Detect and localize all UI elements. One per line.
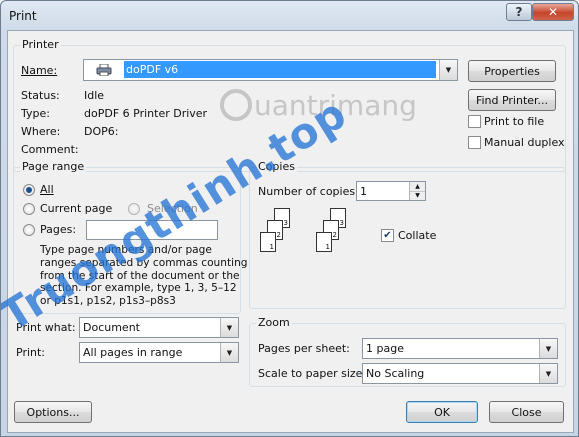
status-label: Status: xyxy=(21,89,60,102)
close-button[interactable]: Close xyxy=(489,401,564,423)
copies-group-label: Copies xyxy=(256,160,297,173)
ok-button[interactable]: OK xyxy=(406,401,478,423)
help-line: ranges separated by commas counting xyxy=(40,256,248,269)
selection-radio-label[interactable]: Selection xyxy=(147,202,198,215)
type-label: Type: xyxy=(21,107,50,120)
chevron-down-icon[interactable]: ▼ xyxy=(220,343,238,362)
manual-duplex-label[interactable]: Manual duplex xyxy=(484,136,565,149)
print-label: Print: xyxy=(16,346,46,359)
properties-button-label: Properties xyxy=(484,64,540,78)
selection-radio[interactable] xyxy=(128,203,140,215)
help-line: from the start of the document or the xyxy=(40,269,240,282)
print-what-select[interactable]: Document ▼ xyxy=(79,317,239,338)
number-of-copies-input[interactable]: 1 ▲ ▼ xyxy=(356,181,426,201)
chevron-down-icon[interactable]: ▼ xyxy=(439,60,457,80)
scale-to-paper-size-value: No Scaling xyxy=(366,367,425,380)
chevron-down-icon[interactable]: ▼ xyxy=(220,318,238,337)
zoom-group-label: Zoom xyxy=(256,316,292,329)
dialog-title: Print xyxy=(9,9,37,23)
print-what-label: Print what: xyxy=(16,321,76,334)
printer-group-label: Printer xyxy=(20,38,61,51)
close-icon: ✕ xyxy=(547,5,559,19)
print-to-file-label[interactable]: Print to file xyxy=(484,115,544,128)
type-value: doPDF 6 Printer Driver xyxy=(84,107,208,120)
window-close-button[interactable]: ✕ xyxy=(532,3,574,21)
pages-radio[interactable] xyxy=(23,224,35,236)
dialog-body: Printer Name: doPDF v6 ▼ Status: Idle Ty… xyxy=(1,30,574,433)
spin-up-icon[interactable]: ▲ xyxy=(410,182,425,192)
print-value: All pages in range xyxy=(83,346,183,359)
collated-pages-icon: 3 2 1 xyxy=(316,208,356,268)
copies-group: Copies Number of copies: 1 ▲ ▼ 3 2 1 3 2… xyxy=(249,160,566,309)
where-label: Where: xyxy=(21,125,61,138)
printer-icon xyxy=(96,63,112,77)
name-label: Name: xyxy=(21,64,58,77)
scale-to-paper-size-select[interactable]: No Scaling ▼ xyxy=(362,363,558,384)
page-range-group: Page range All Current page Selection Pa… xyxy=(13,160,248,314)
printer-name-select[interactable]: doPDF v6 ▼ xyxy=(83,59,458,81)
title-bar[interactable]: Print ? ✕ xyxy=(1,1,578,31)
copies-spinner[interactable]: ▲ ▼ xyxy=(409,182,425,200)
help-line: or p1s1, p1s2, p1s3–p8s3 xyxy=(40,295,176,308)
page-range-group-label: Page range xyxy=(20,160,87,173)
help-line: Type page numbers and/or page xyxy=(40,244,212,256)
find-printer-button-label: Find Printer... xyxy=(475,93,549,107)
ok-button-label: OK xyxy=(434,405,450,419)
print-to-file-checkbox[interactable] xyxy=(468,115,481,128)
print-select[interactable]: All pages in range ▼ xyxy=(79,342,239,363)
collate-checkbox[interactable]: ✔ xyxy=(381,229,394,242)
help-icon: ? xyxy=(515,5,523,19)
current-page-radio-label[interactable]: Current page xyxy=(40,202,112,215)
status-value: Idle xyxy=(84,89,105,102)
number-of-copies-value: 1 xyxy=(360,185,367,198)
manual-duplex-checkbox[interactable] xyxy=(468,136,481,149)
printer-group: Printer Name: doPDF v6 ▼ Status: Idle Ty… xyxy=(13,38,566,172)
properties-button[interactable]: Properties xyxy=(468,60,556,82)
options-button-label: Options... xyxy=(26,405,80,419)
chevron-down-icon[interactable]: ▼ xyxy=(539,339,557,358)
help-button[interactable]: ? xyxy=(506,3,532,21)
printer-name-value: doPDF v6 xyxy=(124,61,436,78)
pages-per-sheet-select[interactable]: 1 page ▼ xyxy=(362,338,558,359)
find-printer-button[interactable]: Find Printer... xyxy=(468,89,556,111)
all-radio[interactable] xyxy=(23,184,35,196)
scale-to-paper-size-label: Scale to paper size: xyxy=(258,367,367,380)
page-range-help-text: Type page numbers and/or page ranges sep… xyxy=(40,244,248,308)
options-button[interactable]: Options... xyxy=(14,401,92,423)
zoom-group: Zoom Pages per sheet: 1 page ▼ Scale to … xyxy=(249,316,566,387)
close-button-label: Close xyxy=(511,405,542,419)
pages-radio-label[interactable]: Pages: xyxy=(40,223,76,236)
collate-label[interactable]: Collate xyxy=(398,229,436,242)
all-radio-label[interactable]: All xyxy=(40,183,54,196)
uncollated-pages-icon: 3 2 1 xyxy=(260,208,300,268)
print-dialog: Print ? ✕ Printer Name: doPDF v6 ▼ Statu… xyxy=(0,0,579,437)
where-value: DOP6: xyxy=(84,125,119,138)
comment-label: Comment: xyxy=(21,143,79,156)
number-of-copies-label: Number of copies: xyxy=(258,185,359,198)
help-line: section. For example, type 1, 3, 5–12 xyxy=(40,282,237,295)
pages-per-sheet-label: Pages per sheet: xyxy=(258,342,350,355)
pages-per-sheet-value: 1 page xyxy=(366,342,404,355)
chevron-down-icon[interactable]: ▼ xyxy=(539,364,557,383)
current-page-radio[interactable] xyxy=(23,203,35,215)
pages-input[interactable] xyxy=(86,220,218,240)
print-what-value: Document xyxy=(83,321,140,334)
spin-down-icon[interactable]: ▼ xyxy=(410,192,425,200)
